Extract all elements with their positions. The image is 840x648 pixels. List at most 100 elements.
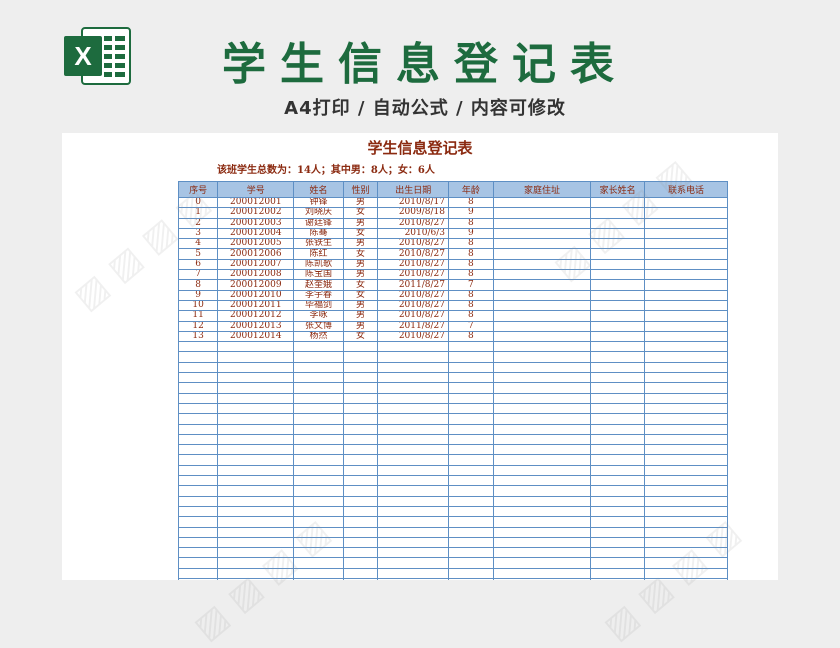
table-cell[interactable] [177,382,219,394]
table-cell[interactable] [342,351,379,363]
table-cell[interactable] [644,413,728,425]
table-cell[interactable] [293,413,344,425]
table-cell[interactable]: 2 [177,218,219,229]
table-cell[interactable] [342,382,379,394]
table-cell[interactable]: 200012007 [217,259,295,271]
table-cell[interactable] [492,207,592,219]
table-cell[interactable]: 钟锋 [293,197,344,209]
table-cell[interactable] [293,454,344,466]
table-cell[interactable]: 女 [342,331,379,343]
table-cell[interactable] [177,465,219,477]
table-cell[interactable] [644,496,728,507]
table-cell[interactable] [293,424,344,435]
table-cell[interactable]: 8 [447,197,494,209]
table-cell[interactable] [590,269,646,281]
table-cell[interactable] [644,547,728,559]
table-cell[interactable] [377,568,449,579]
table-cell[interactable] [590,362,646,374]
table-cell[interactable] [644,578,728,580]
table-cell[interactable] [447,506,494,518]
table-cell[interactable]: 200012006 [217,248,295,260]
table-cell[interactable] [342,465,379,477]
table-cell[interactable] [217,362,295,374]
table-cell[interactable] [644,259,728,271]
table-cell[interactable]: 李咏 [293,310,344,322]
table-cell[interactable] [342,527,379,538]
table-cell[interactable] [644,485,728,497]
table-cell[interactable] [644,527,728,538]
table-cell[interactable] [590,372,646,384]
table-cell[interactable] [644,321,728,332]
table-cell[interactable] [377,362,449,374]
table-cell[interactable] [590,259,646,271]
table-cell[interactable] [447,578,494,580]
table-cell[interactable]: 200012014 [217,331,295,343]
table-cell[interactable] [492,454,592,466]
table-cell[interactable] [492,527,592,538]
table-cell[interactable] [377,496,449,507]
table-cell[interactable] [377,537,449,549]
table-cell[interactable] [644,341,728,353]
table-cell[interactable] [342,475,379,487]
table-cell[interactable] [293,434,344,446]
table-cell[interactable] [447,537,494,549]
table-cell[interactable] [217,393,295,404]
table-cell[interactable] [293,578,344,580]
table-cell[interactable] [447,547,494,559]
table-cell[interactable] [590,321,646,332]
table-cell[interactable] [492,537,592,549]
table-cell[interactable] [590,218,646,229]
table-cell[interactable] [177,516,219,528]
table-cell[interactable]: 8 [447,331,494,343]
table-cell[interactable] [377,454,449,466]
table-cell[interactable] [177,393,219,404]
table-cell[interactable] [644,207,728,219]
table-cell[interactable]: 2010/8/27 [377,248,449,260]
table-cell[interactable] [293,444,344,456]
table-cell[interactable]: 2010/8/27 [377,331,449,343]
table-cell[interactable]: 7 [177,269,219,281]
table-cell[interactable] [492,496,592,507]
table-cell[interactable]: 2011/8/27 [377,321,449,332]
table-cell[interactable] [644,424,728,435]
table-cell[interactable] [447,557,494,569]
table-cell[interactable] [342,341,379,353]
table-cell[interactable]: 8 [447,259,494,271]
table-cell[interactable]: 8 [447,218,494,229]
table-cell[interactable]: 男 [342,197,379,209]
table-cell[interactable]: 9 [447,207,494,219]
table-cell[interactable] [217,557,295,569]
table-cell[interactable]: 8 [447,290,494,301]
table-cell[interactable]: 赵奎娥 [293,279,344,291]
table-cell[interactable] [293,527,344,538]
table-cell[interactable] [447,568,494,579]
table-cell[interactable] [377,393,449,404]
table-cell[interactable] [590,454,646,466]
table-cell[interactable] [447,413,494,425]
table-cell[interactable] [447,393,494,404]
table-cell[interactable]: 200012002 [217,207,295,219]
table-cell[interactable] [177,506,219,518]
table-cell[interactable] [644,269,728,281]
table-cell[interactable] [590,351,646,363]
table-cell[interactable]: 10 [177,300,219,312]
table-cell[interactable] [644,537,728,549]
table-cell[interactable] [590,547,646,559]
table-cell[interactable]: 2011/8/27 [377,279,449,291]
table-cell[interactable] [377,485,449,497]
table-cell[interactable] [342,424,379,435]
table-cell[interactable] [590,393,646,404]
table-cell[interactable] [217,475,295,487]
table-cell[interactable]: 2010/8/27 [377,300,449,312]
table-cell[interactable] [644,331,728,343]
table-cell[interactable] [590,331,646,343]
table-cell[interactable]: 8 [447,310,494,322]
table-cell[interactable]: 0 [177,197,219,209]
table-cell[interactable] [644,248,728,260]
table-cell[interactable]: 200012010 [217,290,295,301]
table-cell[interactable] [492,310,592,322]
table-cell[interactable] [293,557,344,569]
table-cell[interactable] [492,269,592,281]
table-cell[interactable]: 200012012 [217,310,295,322]
table-cell[interactable] [293,403,344,415]
